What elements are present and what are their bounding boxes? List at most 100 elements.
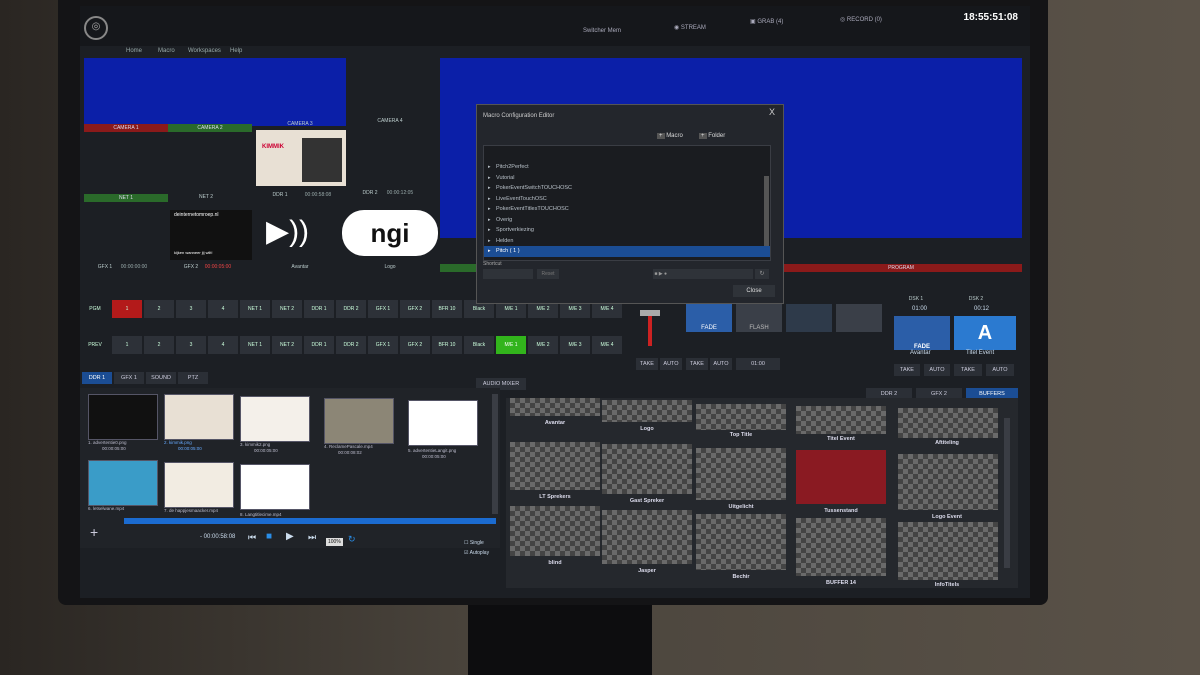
modal-close-icon[interactable]: X [769, 107, 775, 117]
menu-help[interactable]: Help [230, 48, 242, 54]
tab-ptz[interactable]: PTZ [178, 372, 208, 384]
pgm-btn-3[interactable]: 3 [176, 300, 206, 318]
media-item-4[interactable] [324, 398, 394, 444]
dsk2-preview[interactable]: A [954, 316, 1016, 350]
auto-button[interactable]: AUTO [660, 358, 682, 370]
add-macro-button[interactable]: + Macro [657, 133, 683, 139]
macro-item[interactable]: Sportverkiezing [484, 225, 770, 236]
dsk1-time[interactable]: 01:00 [912, 306, 927, 312]
reset-button[interactable]: Reset [537, 269, 559, 279]
t-bar-handle[interactable] [640, 310, 660, 346]
pgm-btn-gfx1[interactable]: GFX 1 [368, 300, 398, 318]
prev-btn-me3[interactable]: M/E 3 [560, 336, 590, 354]
buffers-scrollbar[interactable] [1004, 418, 1010, 568]
play-icon[interactable]: ▶ [286, 531, 294, 542]
prev-btn-1[interactable]: 1 [112, 336, 142, 354]
media-item-8[interactable] [240, 464, 310, 510]
skip-back-icon[interactable]: ⏮ [248, 532, 256, 543]
menu-home[interactable]: Home [126, 48, 142, 54]
take-button[interactable]: TAKE [636, 358, 658, 370]
camera3-thumb[interactable]: KIMMIK [256, 130, 346, 186]
menu-workspaces[interactable]: Workspaces [188, 48, 221, 54]
prev-btn-gfx1[interactable]: GFX 1 [368, 336, 398, 354]
net2-thumb[interactable]: deinternetomroep.nl kijken wanneer jij w… [170, 210, 252, 260]
buffer-bechir[interactable] [696, 514, 786, 570]
prev-btn-net1[interactable]: NET 1 [240, 336, 270, 354]
prev-btn-ddr1[interactable]: DDR 1 [304, 336, 334, 354]
speed-field[interactable]: 100% [326, 538, 343, 546]
media-item-7[interactable] [164, 462, 234, 508]
close-button[interactable]: Close [733, 285, 775, 297]
macro-item[interactable]: Pitch2Perfect [484, 162, 770, 173]
prev-btn-bfr10[interactable]: BFR 10 [432, 336, 462, 354]
media-item-1[interactable] [88, 394, 158, 440]
pgm-btn-net1[interactable]: NET 1 [240, 300, 270, 318]
media-item-2[interactable] [164, 394, 234, 440]
buffer-infotitels[interactable] [898, 522, 998, 580]
fade-transition[interactable]: FADE [686, 304, 732, 332]
prev-btn-me2[interactable]: M/E 2 [528, 336, 558, 354]
prev-btn-ddr2[interactable]: DDR 2 [336, 336, 366, 354]
prev-btn-4[interactable]: 4 [208, 336, 238, 354]
net1-bar[interactable]: NET 1 [84, 194, 168, 202]
stream-button[interactable]: ◉ STREAM [674, 24, 706, 31]
buffer-blind[interactable] [510, 506, 600, 556]
record-button[interactable]: ◎ RECORD (0) [840, 16, 882, 23]
prev-btn-black[interactable]: Black [464, 336, 494, 354]
transition-time[interactable]: 01:00 [736, 358, 780, 370]
macro-item[interactable]: Overig [484, 215, 770, 226]
add-media-icon[interactable]: + [90, 524, 98, 540]
flash-transition[interactable]: FLASH [736, 304, 782, 332]
take-button-2[interactable]: TAKE [686, 358, 708, 370]
macro-item-selected[interactable]: Pitch ( 1 ) [484, 246, 770, 257]
macro-item[interactable]: LiveEventTouchOSC [484, 194, 770, 205]
pgm-btn-net2[interactable]: NET 2 [272, 300, 302, 318]
dsk1-take[interactable]: TAKE [894, 364, 920, 376]
media-item-3[interactable] [240, 396, 310, 442]
buffer-jasper[interactable] [602, 510, 692, 564]
dsk1-fade[interactable]: FADE [894, 316, 950, 350]
macro-item[interactable]: PokerEventTitlesTOUCHOSC [484, 204, 770, 215]
tab-ddr1[interactable]: DDR 1 [82, 372, 112, 384]
buffer-logo[interactable] [602, 400, 692, 422]
dsk2-time[interactable]: 00:12 [974, 306, 989, 312]
pgm-btn-bfr10[interactable]: BFR 10 [432, 300, 462, 318]
buffer-avantar[interactable] [510, 398, 600, 416]
transition-3[interactable] [786, 304, 832, 332]
macro-item[interactable]: PokerEventSwitchTOUCHOSC [484, 183, 770, 194]
shortcut-input[interactable] [483, 269, 533, 279]
prev-btn-3[interactable]: 3 [176, 336, 206, 354]
add-folder-button[interactable]: + Folder [699, 133, 725, 139]
pgm-btn-ddr2[interactable]: DDR 2 [336, 300, 366, 318]
pgm-btn-1[interactable]: 1 [112, 300, 142, 318]
pgm-btn-gfx2[interactable]: GFX 2 [400, 300, 430, 318]
prev-btn-gfx2[interactable]: GFX 2 [400, 336, 430, 354]
buffer-logo-event[interactable] [898, 454, 998, 510]
media-scrollbar[interactable] [492, 394, 498, 514]
media-item-6[interactable] [88, 460, 158, 506]
auto-button-2[interactable]: AUTO [710, 358, 732, 370]
skip-forward-icon[interactable]: ⏭ [308, 532, 316, 543]
pgm-btn-4[interactable]: 4 [208, 300, 238, 318]
transition-4[interactable] [836, 304, 882, 332]
prev-btn-net2[interactable]: NET 2 [272, 336, 302, 354]
media-item-5[interactable] [408, 400, 478, 446]
progress-bar[interactable] [124, 518, 496, 524]
pgm-btn-2[interactable]: 2 [144, 300, 174, 318]
buffer-tussenstand[interactable] [796, 450, 886, 504]
prev-btn-2[interactable]: 2 [144, 336, 174, 354]
buffer-titel-event[interactable] [796, 406, 886, 434]
buffer-uitgelicht[interactable] [696, 448, 786, 500]
camera1-bar[interactable]: CAMERA 1 [84, 124, 168, 132]
switcher-mem[interactable]: Switcher Mem [583, 28, 621, 34]
autoplay-checkbox[interactable]: ☑ Autoplay [464, 550, 489, 556]
dsk1-auto[interactable]: AUTO [924, 364, 950, 376]
tab-gfx1[interactable]: GFX 1 [114, 372, 144, 384]
loop-icon[interactable]: ↻ [348, 534, 356, 545]
macro-item[interactable]: Vutorial [484, 173, 770, 184]
loop-icon[interactable]: ↻ [755, 269, 769, 279]
pgm-btn-ddr1[interactable]: DDR 1 [304, 300, 334, 318]
buffer-top-title[interactable] [696, 404, 786, 430]
prev-btn-me4[interactable]: M/E 4 [592, 336, 622, 354]
dsk2-auto[interactable]: AUTO [986, 364, 1014, 376]
